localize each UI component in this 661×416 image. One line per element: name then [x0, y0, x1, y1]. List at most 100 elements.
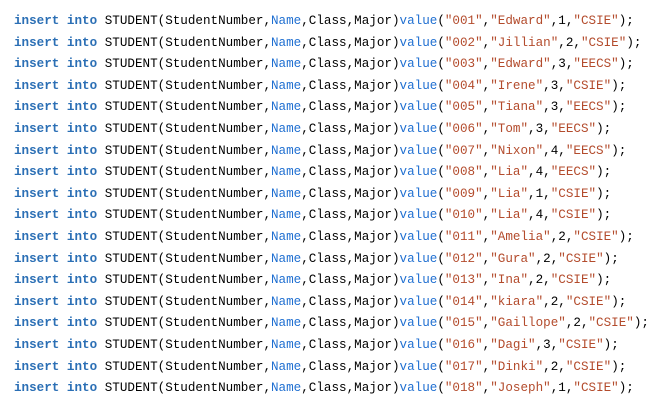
string-name: "Gura": [490, 251, 536, 266]
code-line[interactable]: insert into STUDENT(StudentNumber,Name,C…: [14, 378, 661, 400]
table-name: STUDENT: [104, 294, 158, 309]
string-student-number: "007": [444, 143, 483, 158]
keyword-value: value: [399, 165, 438, 180]
comma: ,: [543, 165, 551, 180]
comma: ,: [263, 208, 271, 223]
code-line[interactable]: insert into STUDENT(StudentNumber,Name,C…: [14, 270, 661, 292]
paren-close: ): [391, 251, 400, 266]
code-line[interactable]: insert into STUDENT(StudentNumber,Name,C…: [14, 292, 661, 314]
keyword-into: into: [66, 186, 98, 201]
code-line[interactable]: insert into STUDENT(StudentNumber,Name,C…: [14, 162, 661, 184]
string-major: "EECS": [565, 100, 612, 115]
string-student-number: "004": [444, 78, 483, 93]
code-line[interactable]: insert into STUDENT(StudentNumber,Name,C…: [14, 141, 661, 163]
comma: ,: [263, 229, 271, 244]
keyword-value: value: [399, 208, 438, 223]
column-major: Major: [354, 316, 392, 331]
table-name: STUDENT: [104, 273, 158, 288]
comma: ,: [301, 229, 309, 244]
column-major: Major: [354, 78, 392, 93]
comma: ,: [543, 100, 551, 115]
string-name: "Edward": [490, 14, 551, 28]
keyword-value: value: [399, 14, 438, 28]
comma: ,: [263, 35, 271, 50]
column-studentnumber: StudentNumber: [165, 294, 264, 309]
keyword-insert: insert: [14, 208, 60, 223]
paren-close: ): [391, 337, 400, 352]
code-line[interactable]: insert into STUDENT(StudentNumber,Name,C…: [14, 54, 661, 76]
code-line[interactable]: insert into STUDENT(StudentNumber,Name,C…: [14, 335, 661, 357]
code-line[interactable]: insert into STUDENT(StudentNumber,Name,C…: [14, 97, 661, 119]
keyword-value: value: [399, 294, 438, 309]
keyword-into: into: [66, 143, 98, 158]
table-name: STUDENT: [104, 381, 158, 396]
column-major: Major: [354, 273, 392, 288]
column-class: Class: [308, 14, 347, 28]
keyword-into: into: [66, 14, 98, 28]
column-class: Class: [308, 78, 347, 93]
statement-end: );: [596, 208, 612, 223]
column-studentnumber: StudentNumber: [165, 229, 264, 244]
paren-close: ): [391, 273, 400, 288]
column-studentnumber: StudentNumber: [165, 121, 264, 136]
class-number: 1: [558, 14, 566, 28]
column-name: Name: [271, 186, 302, 201]
keyword-value: value: [399, 316, 438, 331]
paren-open: (: [437, 14, 445, 28]
column-studentnumber: StudentNumber: [165, 186, 264, 201]
column-class: Class: [308, 100, 347, 115]
code-line[interactable]: insert into STUDENT(StudentNumber,Name,C…: [14, 119, 661, 141]
comma: ,: [301, 100, 309, 115]
column-name: Name: [271, 14, 302, 28]
paren-close: ): [391, 35, 400, 50]
string-name: "kiara": [490, 294, 544, 309]
code-line[interactable]: insert into STUDENT(StudentNumber,Name,C…: [14, 33, 661, 55]
statement-end: );: [611, 359, 627, 374]
column-class: Class: [308, 186, 347, 201]
column-studentnumber: StudentNumber: [165, 381, 264, 396]
code-line[interactable]: insert into STUDENT(StudentNumber,Name,C…: [14, 357, 661, 379]
comma: ,: [263, 14, 271, 28]
column-studentnumber: StudentNumber: [165, 208, 264, 223]
code-line[interactable]: insert into STUDENT(StudentNumber,Name,C…: [14, 76, 661, 98]
table-name: STUDENT: [104, 208, 158, 223]
column-major: Major: [354, 100, 392, 115]
column-class: Class: [308, 381, 347, 396]
paren-close: ): [391, 186, 400, 201]
code-line[interactable]: insert into STUDENT(StudentNumber,Name,C…: [14, 227, 661, 249]
string-major: "CSIE": [573, 381, 619, 396]
comma: ,: [528, 273, 536, 288]
comma: ,: [263, 165, 271, 180]
keyword-insert: insert: [14, 337, 60, 352]
code-line[interactable]: insert into STUDENT(StudentNumber,Name,C…: [14, 205, 661, 227]
table-name: STUDENT: [104, 165, 158, 180]
keyword-into: into: [66, 381, 98, 396]
paren-open: (: [437, 35, 445, 50]
column-name: Name: [271, 381, 302, 396]
class-number: 3: [543, 337, 551, 352]
keyword-insert: insert: [14, 100, 60, 115]
class-number: 2: [558, 229, 566, 244]
column-studentnumber: StudentNumber: [165, 316, 264, 331]
comma: ,: [263, 316, 271, 331]
code-line[interactable]: insert into STUDENT(StudentNumber,Name,C…: [14, 249, 661, 271]
keyword-into: into: [66, 35, 98, 50]
column-major: Major: [354, 359, 392, 374]
statement-end: );: [596, 273, 612, 288]
paren-open: (: [437, 359, 445, 374]
string-major: "CSIE": [565, 359, 612, 374]
code-line[interactable]: insert into STUDENT(StudentNumber,Name,C…: [14, 11, 661, 33]
keyword-insert: insert: [14, 294, 60, 309]
code-editor[interactable]: insert into STUDENT(StudentNumber,Name,C…: [0, 0, 661, 416]
string-student-number: "015": [444, 316, 483, 331]
keyword-insert: insert: [14, 165, 60, 180]
paren-close: ): [391, 143, 400, 158]
paren-close: ): [391, 100, 400, 115]
paren-close: ): [391, 381, 400, 396]
code-line[interactable]: insert into STUDENT(StudentNumber,Name,C…: [14, 313, 661, 335]
paren-close: ): [391, 14, 400, 28]
column-studentnumber: StudentNumber: [165, 165, 264, 180]
string-major: "CSIE": [550, 273, 597, 288]
code-line[interactable]: insert into STUDENT(StudentNumber,Name,C…: [14, 184, 661, 206]
string-name: "Jillian": [490, 35, 559, 50]
